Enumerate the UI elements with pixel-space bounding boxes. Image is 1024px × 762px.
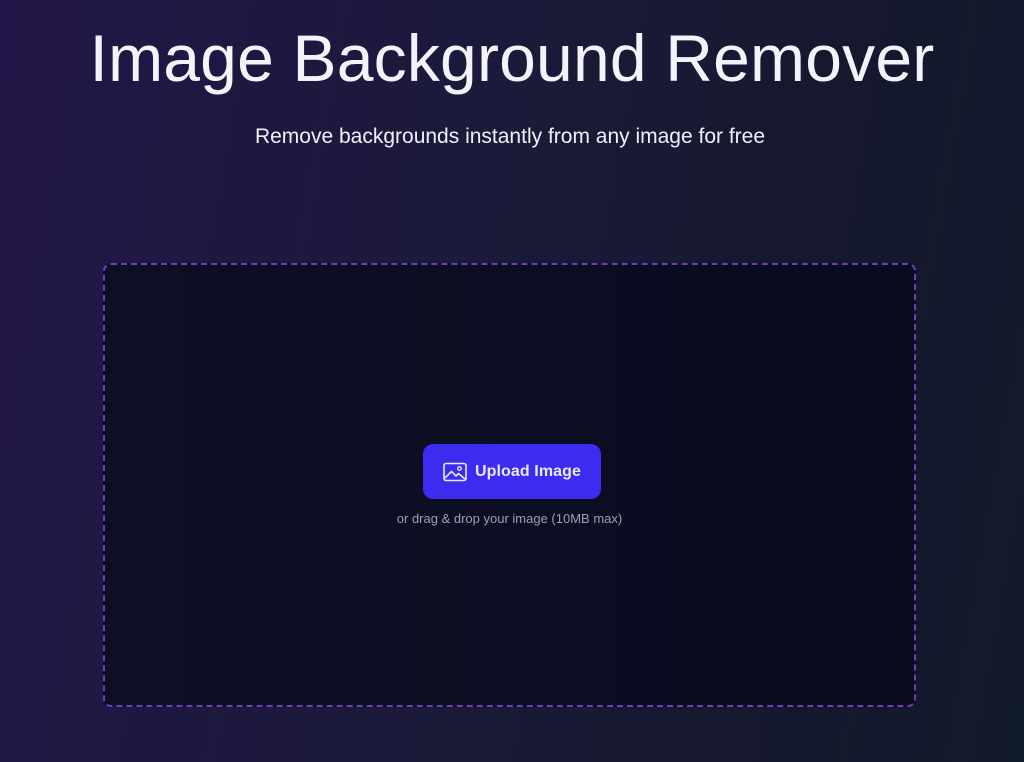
- page-title: Image Background Remover: [89, 21, 935, 95]
- image-icon: [443, 462, 467, 482]
- upload-button-label: Upload Image: [474, 462, 582, 480]
- upload-image-button[interactable]: Upload Image: [423, 444, 601, 499]
- image-dropzone[interactable]: Upload Image or drag & drop your image (…: [103, 263, 916, 707]
- page-subtitle: Remove backgrounds instantly from any im…: [254, 125, 766, 148]
- drag-drop-hint: or drag & drop your image (10MB max): [396, 511, 623, 526]
